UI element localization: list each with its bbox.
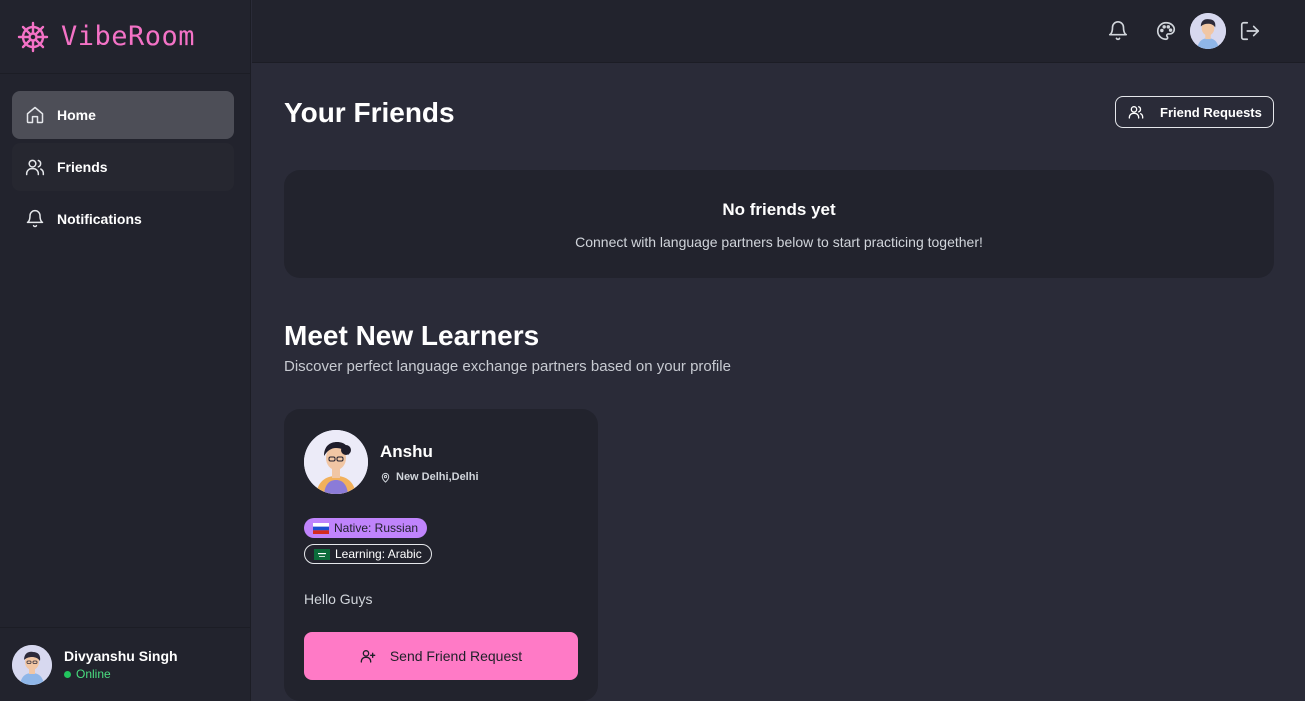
avatar [12,644,52,685]
status-label: Online [76,667,111,681]
sidebar-nav: Home Friends Notifications [0,74,250,243]
sidebar-item-friends[interactable]: Friends [12,143,234,191]
section-subtitle: Discover perfect language exchange partn… [284,358,731,375]
current-user[interactable]: Divyanshu Singh Online [0,627,251,701]
users-icon [25,157,45,177]
palette-icon[interactable] [1154,19,1178,43]
map-pin-icon [380,471,392,483]
location-label: New Delhi,Delhi [396,471,479,483]
empty-friends-card: No friends yet Connect with language par… [284,170,1274,278]
native-language-label: Native: Russian [334,521,419,535]
bell-icon [25,209,45,229]
learning-language-badge: Learning: Arabic [304,544,432,564]
friend-requests-label: Friend Requests [1160,104,1262,120]
native-language-badge: Native: Russian [304,518,428,538]
sidebar: VibeRoom Home Friends Notifications Divy… [0,0,251,701]
avatar[interactable] [1190,13,1226,49]
logo[interactable]: VibeRoom [0,0,250,74]
avatar [304,430,368,494]
saudi-flag-icon [314,548,330,560]
user-plus-icon [360,648,376,664]
user-name: Divyanshu Singh [64,648,178,664]
topbar [252,0,1305,63]
users-icon [1128,104,1144,120]
sidebar-item-notifications[interactable]: Notifications [12,195,234,243]
sidebar-item-label: Home [57,107,96,123]
bell-icon[interactable] [1106,19,1130,43]
sidebar-item-label: Friends [57,159,108,175]
main-content: Your Friends Friend Requests No friends … [252,64,1305,701]
app-name: VibeRoom [61,21,196,52]
home-icon [25,105,45,125]
page-title: Your Friends [284,97,455,128]
learner-card: Anshu New Delhi,Delhi Native: Russian Le… [284,409,598,701]
empty-title: No friends yet [722,200,836,219]
section-title: Meet New Learners [284,320,540,351]
learner-bio: Hello Guys [304,591,373,607]
online-status: Online [64,667,178,681]
ship-wheel-icon [17,21,49,53]
status-dot [64,670,71,678]
russia-flag-icon [313,522,329,534]
empty-subtitle: Connect with language partners below to … [575,234,983,250]
send-friend-request-button[interactable]: Send Friend Request [304,632,578,680]
sidebar-item-home[interactable]: Home [12,91,234,139]
learner-name: Anshu [380,442,433,461]
learner-location: New Delhi,Delhi [380,471,479,483]
sidebar-item-label: Notifications [57,211,142,227]
logout-icon[interactable] [1238,19,1262,43]
learning-language-label: Learning: Arabic [335,547,422,561]
send-friend-request-label: Send Friend Request [389,648,523,664]
friend-requests-button[interactable]: Friend Requests [1115,96,1274,128]
